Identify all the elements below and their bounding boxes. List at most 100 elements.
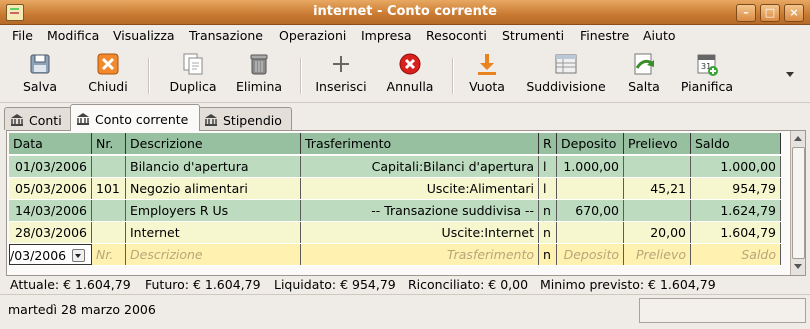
reconcile-cell[interactable]: l xyxy=(539,156,557,177)
bank-icon xyxy=(76,113,90,125)
new-transaction-row[interactable]: /03/2006 Nr. Descrizione Trasferimento n… xyxy=(9,244,781,266)
delete-button[interactable]: Elimina xyxy=(233,52,285,94)
transfer-cell[interactable]: Capitali:Bilanci d'apertura xyxy=(301,156,539,177)
title-bar: internet - Conto corrente – □ × xyxy=(0,0,810,25)
menu-aiuto[interactable]: Aiuto xyxy=(643,28,676,43)
column-header[interactable]: Saldo xyxy=(691,133,781,154)
menu-finestre[interactable]: Finestre xyxy=(580,28,629,43)
deposit-cell[interactable]: 670,00 xyxy=(557,200,624,221)
reconcile-cell[interactable]: n xyxy=(539,200,557,221)
window-title: internet - Conto corrente xyxy=(313,4,497,19)
menu-file[interactable]: File xyxy=(12,28,33,43)
description-cell[interactable]: Employers R Us xyxy=(126,200,301,221)
close-button[interactable]: Chiudi xyxy=(84,52,132,94)
insert-button[interactable]: Inserisci xyxy=(313,52,369,94)
save-label: Salva xyxy=(22,79,58,94)
menu-impresa[interactable]: Impresa xyxy=(361,28,412,43)
save-button[interactable]: Salva xyxy=(16,52,64,94)
date-cell[interactable]: 28/03/2006 xyxy=(9,222,92,243)
tab-conti[interactable]: Conti xyxy=(4,107,72,130)
toolbar-separator xyxy=(452,58,454,94)
tab-stipendio[interactable]: Stipendio xyxy=(198,107,292,130)
minimize-button[interactable]: – xyxy=(736,4,756,22)
balance-cell: 1.624,79 xyxy=(691,200,781,221)
transfer-cell[interactable]: Uscite:Internet xyxy=(301,222,539,243)
menu-visualizza[interactable]: Visualizza xyxy=(113,28,175,43)
num-cell[interactable] xyxy=(92,156,126,177)
reconcile-cell[interactable]: n xyxy=(539,222,557,243)
blank-button[interactable]: Vuota xyxy=(465,52,509,94)
tab-conto-corrente[interactable]: Conto corrente xyxy=(70,104,200,131)
menu-bar: File Modifica Visualizza Transazione Ope… xyxy=(0,25,810,47)
column-header[interactable]: Prelievo xyxy=(624,133,691,154)
date-picker-button[interactable] xyxy=(72,249,85,262)
deposit-field[interactable]: Deposito xyxy=(557,244,624,265)
reconcile-field[interactable]: n xyxy=(539,244,557,265)
tab-label: Conto corrente xyxy=(95,112,189,127)
num-cell[interactable] xyxy=(92,222,126,243)
menu-resoconti[interactable]: Resoconti xyxy=(426,28,487,43)
withdrawal-cell[interactable]: 45,21 xyxy=(624,178,691,199)
column-header[interactable]: Nr. xyxy=(92,133,126,154)
withdrawal-cell[interactable] xyxy=(624,156,691,177)
withdrawal-cell[interactable] xyxy=(624,200,691,221)
toolbar-separator xyxy=(300,58,302,94)
num-field[interactable]: Nr. xyxy=(92,244,126,265)
menu-modifica[interactable]: Modifica xyxy=(47,28,99,43)
close-label: Chiudi xyxy=(88,79,128,94)
table-row[interactable]: 01/03/2006 Bilancio d'apertura Capitali:… xyxy=(9,156,781,178)
duplicate-button[interactable]: Duplica xyxy=(168,52,218,94)
num-cell[interactable]: 101 xyxy=(92,178,126,199)
column-header[interactable]: Data xyxy=(9,133,92,154)
status-date: martedì 28 marzo 2006 xyxy=(8,302,156,317)
menu-operazioni[interactable]: Operazioni xyxy=(279,28,346,43)
table-row[interactable]: 28/03/2006 Internet Uscite:Internet n 20… xyxy=(9,222,781,244)
status-bar: martedì 28 marzo 2006 xyxy=(0,294,810,329)
num-cell[interactable] xyxy=(92,200,126,221)
table-row[interactable]: 14/03/2006 Employers R Us -- Transazione… xyxy=(9,200,781,222)
date-cell[interactable]: 05/03/2006 xyxy=(9,178,92,199)
close-window-button[interactable]: × xyxy=(784,4,804,22)
close-icon xyxy=(96,52,120,76)
schedule-button[interactable]: 31 Pianifica xyxy=(680,52,734,94)
scroll-up-icon[interactable] xyxy=(794,136,802,141)
deposit-cell[interactable]: 1.000,00 xyxy=(557,156,624,177)
withdrawal-cell[interactable]: 20,00 xyxy=(624,222,691,243)
transfer-field[interactable]: Trasferimento xyxy=(301,244,539,265)
deposit-cell[interactable] xyxy=(557,222,624,243)
current-balance: Attuale: € 1.604,79 xyxy=(10,277,131,292)
column-header[interactable]: Trasferimento xyxy=(301,133,539,154)
column-header[interactable]: Deposito xyxy=(557,133,624,154)
description-cell[interactable]: Negozio alimentari xyxy=(126,178,301,199)
menu-transazione[interactable]: Transazione xyxy=(189,28,263,43)
transfer-cell[interactable]: Uscite:Alimentari xyxy=(301,178,539,199)
description-field[interactable]: Descrizione xyxy=(126,244,301,265)
column-header[interactable]: Descrizione xyxy=(126,133,301,154)
toolbar-overflow-arrow-icon[interactable] xyxy=(786,72,794,77)
description-cell[interactable]: Internet xyxy=(126,222,301,243)
vertical-scrollbar[interactable] xyxy=(790,131,805,275)
description-cell[interactable]: Bilancio d'apertura xyxy=(126,156,301,177)
table-row[interactable]: 05/03/2006 101 Negozio alimentari Uscite… xyxy=(9,178,781,200)
menu-strumenti[interactable]: Strumenti xyxy=(502,28,564,43)
cancel-button[interactable]: Annulla xyxy=(383,52,437,94)
reconcile-cell[interactable]: l xyxy=(539,178,557,199)
future-balance: Futuro: € 1.604,79 xyxy=(145,277,261,292)
jump-button[interactable]: Salta xyxy=(622,52,666,94)
deposit-cell[interactable] xyxy=(557,178,624,199)
toolbar-separator xyxy=(148,58,150,94)
date-cell[interactable]: 01/03/2006 xyxy=(9,156,92,177)
scrollbar-thumb[interactable] xyxy=(792,147,805,259)
cancel-label: Annulla xyxy=(386,79,434,94)
date-cell[interactable]: 14/03/2006 xyxy=(9,200,92,221)
maximize-button[interactable]: □ xyxy=(760,4,780,22)
blank-label: Vuota xyxy=(469,79,505,94)
split-button[interactable]: Suddivisione xyxy=(524,52,608,94)
schedule-label: Pianifica xyxy=(680,79,734,94)
column-header[interactable]: R xyxy=(539,133,557,154)
date-input[interactable]: /03/2006 xyxy=(9,244,92,265)
schedule-icon: 31 xyxy=(695,52,719,76)
withdrawal-field[interactable]: Prelievo xyxy=(624,244,691,265)
transfer-cell[interactable]: -- Transazione suddivisa -- xyxy=(301,200,539,221)
scroll-down-icon[interactable] xyxy=(794,264,802,269)
